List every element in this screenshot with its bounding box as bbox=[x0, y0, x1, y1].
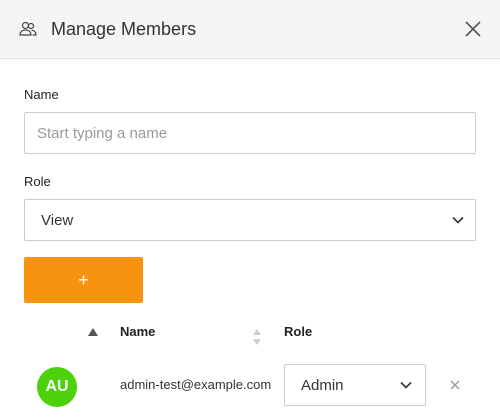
member-role-select[interactable]: Admin bbox=[284, 364, 426, 406]
dialog-header: Manage Members bbox=[0, 0, 500, 59]
remove-member-icon[interactable] bbox=[449, 379, 461, 391]
add-member-button[interactable]: + bbox=[24, 257, 143, 303]
table-row: AU admin-test@example.com Admin bbox=[0, 356, 500, 416]
chevron-down-icon bbox=[452, 216, 464, 224]
dialog-title: Manage Members bbox=[51, 19, 197, 39]
member-role-value: Admin bbox=[301, 377, 344, 394]
chevron-down-icon bbox=[400, 381, 412, 389]
close-icon[interactable] bbox=[462, 18, 484, 40]
avatar: AU bbox=[37, 367, 77, 407]
name-input[interactable] bbox=[24, 112, 476, 154]
column-header-role: Role bbox=[284, 324, 313, 339]
members-table-header: Name Role bbox=[0, 315, 500, 349]
manage-members-dialog: Manage Members Name Role View + Name Rol… bbox=[0, 0, 500, 420]
members-icon bbox=[19, 21, 37, 36]
role-select[interactable]: View bbox=[24, 199, 476, 241]
column-header-name[interactable]: Name bbox=[120, 324, 155, 339]
name-label: Name bbox=[24, 87, 59, 102]
role-select-value: View bbox=[41, 212, 74, 229]
role-label: Role bbox=[24, 174, 51, 189]
sort-ascending-icon[interactable] bbox=[88, 328, 98, 336]
member-email: admin-test@example.com bbox=[120, 377, 272, 392]
sort-icon[interactable] bbox=[252, 328, 262, 346]
